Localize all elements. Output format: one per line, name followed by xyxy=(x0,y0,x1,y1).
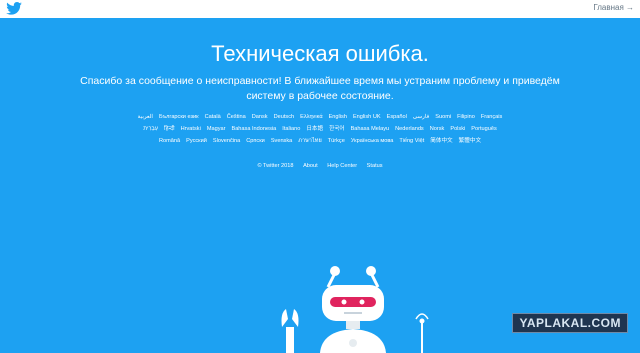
language-link[interactable]: Norsk xyxy=(430,123,445,135)
language-link[interactable]: Čeština xyxy=(227,111,246,123)
language-link[interactable]: ภาษาไทย xyxy=(298,135,321,147)
language-link[interactable]: Filipino xyxy=(457,111,475,123)
language-link[interactable]: Русский xyxy=(186,135,207,147)
language-link[interactable]: Català xyxy=(205,111,221,123)
language-link[interactable]: Bahasa Indonesia xyxy=(231,123,276,135)
language-link[interactable]: Dansk xyxy=(252,111,268,123)
language-link[interactable]: Türkçe xyxy=(328,135,345,147)
home-link[interactable]: Главная → xyxy=(593,3,634,12)
language-link[interactable]: 日本語 xyxy=(306,123,323,135)
language-link[interactable]: Svenska xyxy=(271,135,292,147)
language-link[interactable]: Ελληνικά xyxy=(300,111,322,123)
language-link[interactable]: Română xyxy=(159,135,180,147)
language-link[interactable]: Deutsch xyxy=(274,111,295,123)
footer: © Twitter 2018 About Help Center Status xyxy=(0,161,640,171)
language-link[interactable]: Українська мова xyxy=(351,135,394,147)
language-link[interactable]: Српски xyxy=(246,135,265,147)
twitter-bird-icon[interactable] xyxy=(6,2,22,15)
status-link[interactable]: Status xyxy=(367,163,383,169)
language-link[interactable]: Magyar xyxy=(207,123,226,135)
error-message: Спасибо за сообщение о неисправности! В … xyxy=(80,75,560,102)
language-link[interactable]: Hrvatski xyxy=(181,123,201,135)
language-link[interactable]: Български език xyxy=(159,111,199,123)
top-bar: Главная → xyxy=(0,0,640,18)
language-link[interactable]: עִבְרִית xyxy=(143,123,158,135)
language-link[interactable]: Español xyxy=(387,111,407,123)
language-link[interactable]: Polski xyxy=(450,123,465,135)
language-link[interactable]: فارسی xyxy=(413,111,429,123)
language-link[interactable]: English UK xyxy=(353,111,381,123)
language-list: العربية Български език Català Čeština Dansk D… xyxy=(130,111,510,147)
language-link[interactable]: 繁體中文 xyxy=(459,135,481,147)
copyright-text: © Twitter 2018 xyxy=(257,163,294,169)
language-link[interactable]: Français xyxy=(481,111,502,123)
language-link[interactable]: Bahasa Melayu xyxy=(351,123,390,135)
language-link[interactable]: Tiếng Việt xyxy=(399,135,424,147)
robot-illustration xyxy=(281,266,429,353)
language-link[interactable]: Italiano xyxy=(282,123,300,135)
language-link[interactable]: Português xyxy=(471,123,497,135)
language-link[interactable]: 한국어 xyxy=(329,123,344,135)
language-link[interactable]: Slovenčina xyxy=(213,135,240,147)
page-title: Техническая ошибка. xyxy=(211,41,429,66)
help-center-link[interactable]: Help Center xyxy=(327,163,357,169)
about-link[interactable]: About xyxy=(303,163,318,169)
watermark-badge: YAPLAKAL.COM xyxy=(512,313,628,333)
language-link[interactable]: العربية xyxy=(138,111,153,123)
language-link[interactable]: Nederlands xyxy=(395,123,424,135)
language-link[interactable]: हिन्दी xyxy=(164,123,175,135)
language-link[interactable]: English xyxy=(329,111,347,123)
language-link[interactable]: 简体中文 xyxy=(430,135,452,147)
language-link[interactable]: Suomi xyxy=(435,111,451,123)
